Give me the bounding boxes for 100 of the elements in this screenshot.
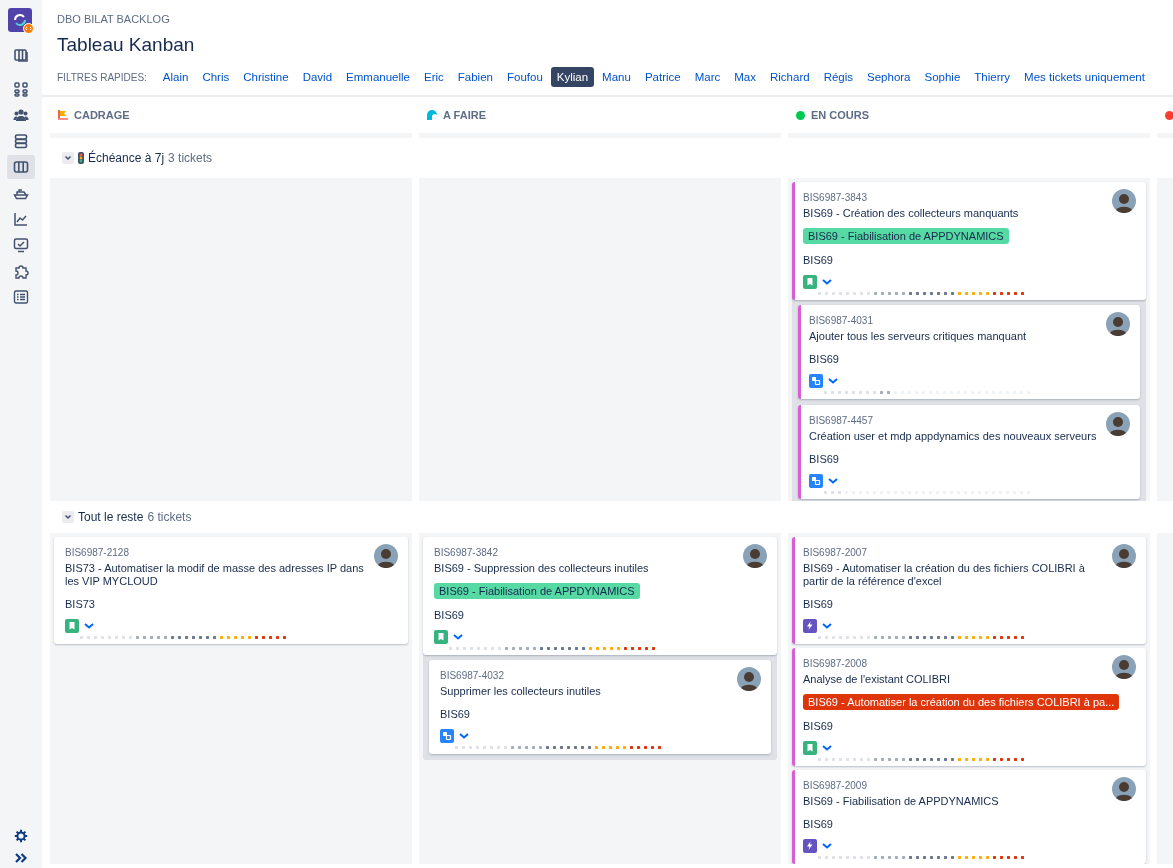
quick-filter[interactable]: Kylian xyxy=(550,67,595,87)
project-label: BIS69 xyxy=(809,452,840,466)
project-label: BIS69 xyxy=(803,719,834,733)
quick-filter[interactable]: Eric xyxy=(418,67,450,87)
issue-summary: BIS73 - Automatiser la modif de masse des adresses IP dans les VIP MYCLOUD xyxy=(65,562,365,588)
chart-icon xyxy=(13,211,29,227)
quick-filter[interactable]: Sophie xyxy=(918,67,967,87)
quick-filter[interactable]: Foufou xyxy=(500,67,549,87)
chevron-down-icon[interactable] xyxy=(458,732,470,740)
project-label: BIS69 xyxy=(809,352,840,366)
project-label: BIS69 xyxy=(803,597,834,611)
board-title: Tableau Kanban xyxy=(57,33,196,57)
issue-key[interactable]: BIS6987-2008 xyxy=(803,657,1138,671)
issue-key[interactable]: BIS6987-2007 xyxy=(803,546,1138,560)
settings-icon[interactable] xyxy=(13,828,29,844)
epic-label: BIS69 - Fiabilisation de APPDYNAMICS xyxy=(434,583,640,599)
chevron-down-icon[interactable] xyxy=(83,622,95,630)
quick-filter[interactable]: David xyxy=(296,67,339,87)
expand-icon[interactable] xyxy=(13,850,29,866)
issue-card[interactable]: BIS6987-4032 Supprimer les collecteurs inutiles BIS69 xyxy=(429,660,771,754)
project-label: BIS73 xyxy=(65,597,96,611)
subtask-icon xyxy=(440,729,454,743)
issue-key[interactable]: BIS6987-3842 xyxy=(434,546,769,560)
quick-filter[interactable]: Régis xyxy=(817,67,860,87)
story-icon xyxy=(803,275,817,289)
subtask-icon xyxy=(809,474,823,488)
avatar-icon[interactable] xyxy=(743,544,767,568)
issue-card[interactable]: BIS6987-4031 Ajouter tous les serveurs critiques manquant BIS69 xyxy=(798,305,1140,399)
app-logo[interactable] xyxy=(8,8,34,34)
epic-label: BIS69 - Fiabilisation de APPDYNAMICS xyxy=(803,228,1009,244)
ticket-count: 6 tickets xyxy=(147,510,192,524)
issue-key[interactable]: BIS6987-3843 xyxy=(803,191,1138,205)
quick-filter[interactable]: Fabien xyxy=(451,67,499,87)
issue-card[interactable]: BIS6987-2009 BIS69 - Fiabilisation de APPDYNAMICS BIS69 xyxy=(792,770,1146,864)
boards-icon xyxy=(13,47,29,63)
column-title: EN COURS xyxy=(811,109,870,121)
column-title: A FAIRE xyxy=(443,109,486,121)
quick-filter[interactable]: Christine xyxy=(237,67,295,87)
issue-card[interactable]: BIS6987-2008 Analyse de l'existant COLIBRI BIS69 - Automatiser la création du des fichiers COLIBRI à pa... BIS69 xyxy=(792,648,1146,766)
quick-filter[interactable]: Richard xyxy=(764,67,816,87)
chevron-down-icon[interactable] xyxy=(821,842,833,850)
chevron-down-icon[interactable] xyxy=(821,622,833,630)
project-label: BIS69 xyxy=(803,253,834,267)
quick-filter[interactable]: Max xyxy=(728,67,762,87)
epic-label: BIS69 - Automatiser la création du des fichiers COLIBRI à pa... xyxy=(803,694,1120,710)
ticket-count: 3 tickets xyxy=(168,151,213,165)
quick-filter[interactable]: Emmanuelle xyxy=(340,67,416,87)
sidebar-item[interactable] xyxy=(7,155,35,179)
quick-filter[interactable]: Alain xyxy=(156,67,195,87)
quick-filter[interactable]: Chris xyxy=(196,67,236,87)
issue-card[interactable]: BIS6987-3843 BIS69 - Création des collecteurs manquants BIS69 - Fiabilisation de APPDYNAMICS BIS69 xyxy=(792,182,1146,300)
issue-card[interactable]: BIS6987-3842 BIS69 - Suppression des collecteurs inutiles BIS69 - Fiabilisation de APPDYNAMICS BIS69 xyxy=(423,537,777,655)
avatar-icon[interactable] xyxy=(1112,189,1136,213)
issue-key[interactable]: BIS6987-4031 xyxy=(809,314,1132,328)
issue-card[interactable]: BIS6987-2128 BIS73 - Automatiser la modif de masse des adresses IP dans les VIP MYCLOUD BIS73 xyxy=(54,537,408,644)
quick-filter[interactable]: Manu xyxy=(596,67,637,87)
project-label: BIS69 xyxy=(434,608,465,622)
project-breadcrumb[interactable]: DBO BILAT BACKLOG xyxy=(57,13,1173,27)
traffic-light-icon xyxy=(78,152,84,164)
columns-icon xyxy=(13,159,29,175)
avatar-icon[interactable] xyxy=(737,667,761,691)
flag-icon xyxy=(58,110,68,120)
issue-summary: Création user et mdp appdynamics des nouveaux serveurs xyxy=(809,430,1098,443)
avatar-icon[interactable] xyxy=(1106,412,1130,436)
chevron-toggle-icon[interactable] xyxy=(62,511,74,523)
chevron-down-icon[interactable] xyxy=(827,377,839,385)
chevron-down-icon[interactable] xyxy=(821,278,833,286)
list-icon xyxy=(13,289,29,305)
puzzle-icon xyxy=(13,263,29,279)
issue-card[interactable]: BIS6987-4457 Création user et mdp appdynamics des nouveaux serveurs BIS69 xyxy=(798,405,1140,499)
people-icon xyxy=(13,107,29,123)
quick-filter[interactable]: Marc xyxy=(688,67,727,87)
quick-filter[interactable]: Patrice xyxy=(638,67,687,87)
lightning-icon xyxy=(803,839,817,853)
swimlane-title: Échéance à 7j xyxy=(88,151,165,165)
wave-icon xyxy=(427,110,437,120)
quick-filter[interactable]: Mes tickets uniquement xyxy=(1018,67,1151,87)
avatar-icon[interactable] xyxy=(1112,777,1136,801)
issue-card[interactable]: BIS6987-2007 BIS69 - Automatiser la création du des fichiers COLIBRI à partir de la référence d'excel BIS69 xyxy=(792,537,1146,644)
chevron-down-icon[interactable] xyxy=(827,477,839,485)
chevron-toggle-icon[interactable] xyxy=(62,152,74,164)
avatar-icon[interactable] xyxy=(374,544,398,568)
avatar-icon[interactable] xyxy=(1112,544,1136,568)
issue-key[interactable]: BIS6987-4457 xyxy=(809,414,1132,428)
quick-filters-label: FILTRES RAPIDES: xyxy=(57,71,147,83)
quick-filter[interactable]: Sephora xyxy=(861,67,917,87)
issue-summary: BIS69 - Fiabilisation de APPDYNAMICS xyxy=(803,795,1000,808)
issue-summary: Analyse de l'existant COLIBRI xyxy=(803,673,951,686)
issue-key[interactable]: BIS6987-4032 xyxy=(440,669,763,683)
quick-filter[interactable]: Thierry xyxy=(968,67,1017,87)
issue-summary: Supprimer les collecteurs inutiles xyxy=(440,685,602,698)
chevron-down-icon[interactable] xyxy=(452,633,464,641)
lightning-icon xyxy=(803,619,817,633)
issue-summary: BIS69 - Création des collecteurs manquants xyxy=(803,207,1020,220)
issue-key[interactable]: BIS6987-2128 xyxy=(65,546,400,560)
avatar-icon[interactable] xyxy=(1112,655,1136,679)
avatar-icon[interactable] xyxy=(1106,312,1130,336)
monitor-icon xyxy=(13,237,29,253)
chevron-down-icon[interactable] xyxy=(821,744,833,752)
issue-key[interactable]: BIS6987-2009 xyxy=(803,779,1138,793)
